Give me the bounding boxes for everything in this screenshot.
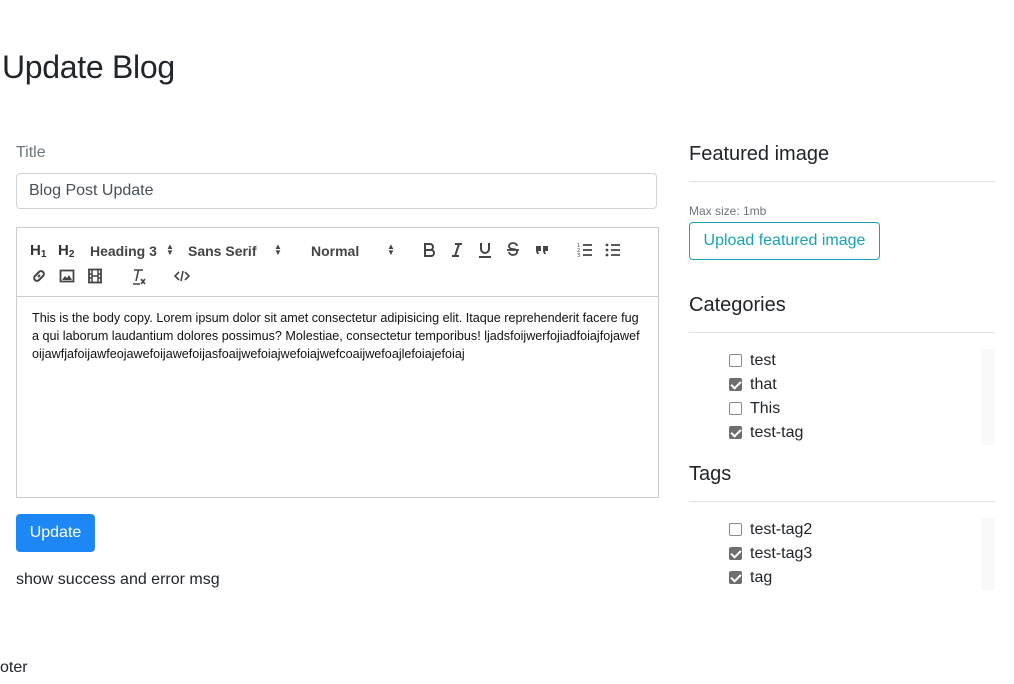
italic-icon	[452, 243, 462, 257]
category-label: test	[750, 352, 776, 369]
link-button[interactable]	[31, 268, 47, 284]
footer-text: oter	[0, 659, 28, 676]
h1-number: 1	[40, 249, 47, 260]
category-item[interactable]: test	[689, 349, 995, 373]
status-message: show success and error msg	[16, 571, 220, 588]
category-checkbox[interactable]	[729, 426, 742, 439]
tag-label: tag	[750, 569, 773, 586]
heading-picker-label: Heading 3	[90, 243, 157, 259]
category-item[interactable]: that	[689, 373, 995, 397]
quote-icon	[536, 246, 548, 254]
heading-picker[interactable]: Heading 3 ▲ ▼	[90, 242, 180, 260]
strike-button[interactable]	[506, 242, 520, 258]
clear-format-button[interactable]	[131, 268, 147, 286]
tag-checkbox[interactable]	[729, 571, 742, 584]
tags-title: Tags	[689, 463, 732, 485]
title-label: Title	[16, 144, 46, 161]
category-checkbox[interactable]	[729, 354, 742, 367]
category-label: that	[750, 376, 777, 393]
font-picker[interactable]: Sans Serif ▲ ▼	[188, 242, 284, 260]
blockquote-button[interactable]	[534, 242, 550, 258]
size-picker-label: Normal	[311, 243, 360, 259]
h2-number: 2	[68, 249, 75, 260]
bold-button[interactable]	[422, 242, 436, 258]
category-item[interactable]: test-tag	[689, 421, 995, 445]
underline-icon	[479, 243, 491, 258]
code-icon	[174, 270, 190, 282]
tag-item[interactable]: tag	[689, 566, 995, 590]
h1-letter: H	[30, 242, 41, 259]
tag-item[interactable]: test-tag3	[689, 542, 995, 566]
divider	[689, 332, 995, 333]
category-item[interactable]: This	[689, 397, 995, 421]
tags-list: test-tag2 test-tag3 tag	[689, 518, 995, 590]
font-picker-label: Sans Serif	[188, 243, 257, 259]
category-label: test-tag	[750, 424, 804, 441]
code-button[interactable]	[174, 268, 190, 284]
clear-format-icon	[133, 269, 146, 285]
category-checkbox[interactable]	[729, 402, 742, 415]
tag-item[interactable]: test-tag2	[689, 518, 995, 542]
italic-button[interactable]	[450, 242, 464, 258]
underline-button[interactable]	[478, 242, 492, 258]
chevron-updown-icon: ▲ ▼	[387, 242, 395, 257]
video-icon	[88, 268, 102, 284]
h2-letter: H	[58, 242, 69, 259]
category-checkbox[interactable]	[729, 378, 742, 391]
strikethrough-icon	[507, 242, 519, 256]
svg-text:3: 3	[577, 253, 580, 258]
tag-label: test-tag2	[750, 521, 813, 538]
category-label: This	[750, 400, 781, 417]
bullet-list-icon	[605, 243, 620, 257]
header-1-button[interactable]: H1	[30, 242, 46, 264]
divider	[689, 181, 995, 182]
max-size-note: Max size: 1mb	[689, 204, 767, 218]
editor-toolbar: H1 H2 Heading 3 ▲ ▼ Sans Serif ▲ ▼ Normal …	[17, 228, 658, 297]
video-button[interactable]	[87, 268, 103, 284]
featured-image-title: Featured image	[689, 143, 830, 165]
title-input[interactable]	[16, 173, 657, 209]
tag-checkbox[interactable]	[729, 523, 742, 536]
bullet-list-button[interactable]	[605, 242, 621, 258]
image-icon	[59, 269, 75, 283]
categories-list: test that This test-tag	[689, 349, 995, 445]
divider	[689, 501, 995, 502]
upload-featured-image-button[interactable]: Upload featured image	[689, 222, 880, 260]
tag-label: test-tag3	[750, 545, 813, 562]
image-button[interactable]	[59, 268, 75, 284]
size-picker[interactable]: Normal ▲ ▼	[311, 242, 397, 260]
bold-icon	[424, 243, 435, 257]
categories-title: Categories	[689, 294, 786, 316]
rich-text-editor: H1 H2 Heading 3 ▲ ▼ Sans Serif ▲ ▼ Normal …	[16, 227, 659, 498]
link-icon	[33, 270, 45, 282]
editor-content[interactable]: This is the body copy. Lorem ipsum dolor…	[32, 309, 644, 363]
ordered-list-button[interactable]: 123	[577, 242, 593, 258]
chevron-updown-icon: ▲ ▼	[274, 242, 282, 257]
page-title: Update Blog	[2, 49, 175, 85]
chevron-updown-icon: ▲ ▼	[166, 242, 174, 257]
tag-checkbox[interactable]	[729, 547, 742, 560]
ordered-list-icon: 123	[577, 243, 592, 258]
header-2-button[interactable]: H2	[58, 242, 74, 264]
update-button[interactable]: Update	[16, 514, 95, 552]
